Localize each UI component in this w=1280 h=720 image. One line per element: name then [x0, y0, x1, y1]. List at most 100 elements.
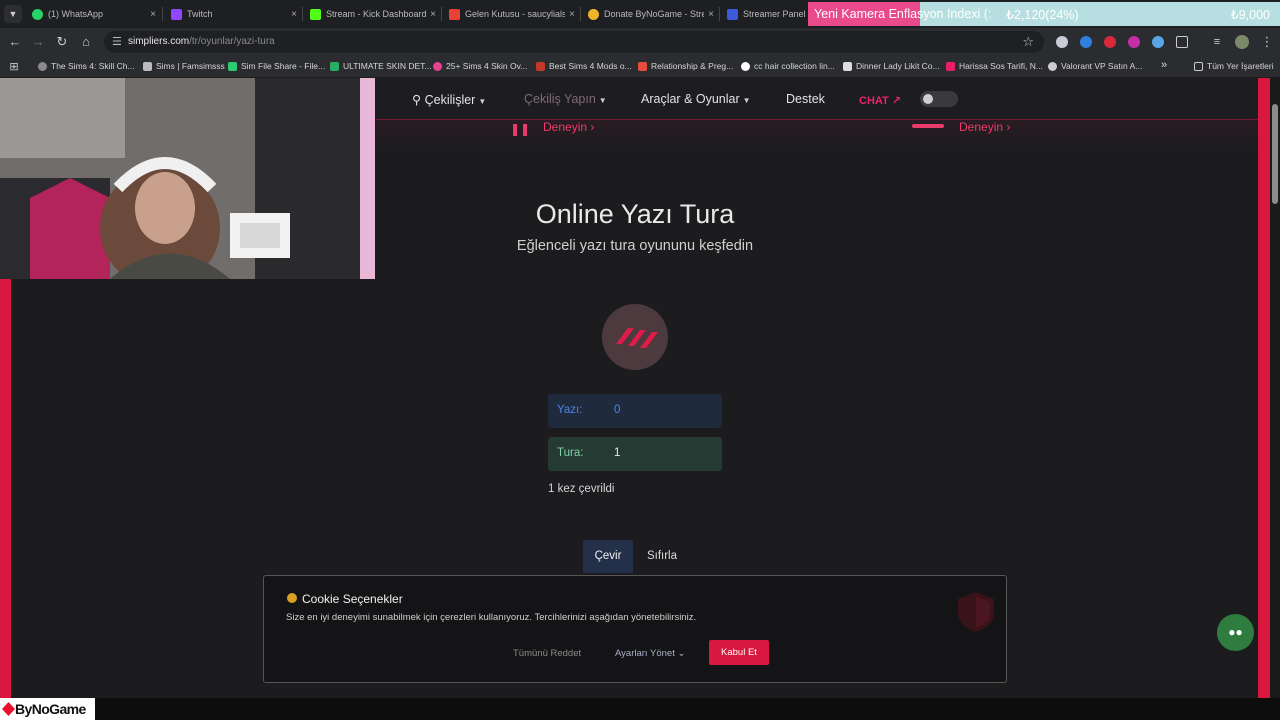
cookie-description: Size en iyi deneyimi sunabilmek için çer…: [286, 612, 697, 623]
panel-icon: [727, 8, 738, 20]
more-bookmarks-chevron-icon[interactable]: »: [1161, 59, 1167, 71]
close-icon[interactable]: ×: [291, 9, 297, 20]
ticker-goal-value: ₺9,000: [1230, 8, 1270, 22]
tab-gmail[interactable]: Gelen Kutusu - saucylialsa ×: [449, 3, 575, 25]
sub-banner: [376, 120, 1258, 146]
extension-icon[interactable]: [1104, 36, 1116, 48]
reading-list-icon[interactable]: ≡: [1208, 33, 1226, 51]
chevron-down-icon: ⌄: [677, 648, 686, 659]
browser-toolbar: ← → ↻ ⌂ ☰ simpliers.com/tr/oyunlar/yazi-…: [0, 28, 1280, 56]
tab-label: Streamer Panel: [743, 9, 806, 19]
nav-chat[interactable]: CHAT ↗: [859, 94, 901, 107]
ticker-label: Yeni Kamera Enflasyon Indexi (:: [814, 7, 992, 21]
cookie-dialog: Cookie Seçenekler Size en iyi deneyimi s…: [263, 575, 1007, 683]
nav-make-giveaway[interactable]: Çekiliş Yapın ▼: [524, 92, 607, 106]
bookmark-item[interactable]: cc hair collection lin...: [741, 61, 835, 71]
theme-toggle[interactable]: [920, 91, 958, 107]
bookmark-item[interactable]: Dinner Lady Likit Co...: [843, 61, 940, 71]
spin-count: 1 kez çevrildi: [548, 483, 615, 495]
bynogame-logo: ByNoGame: [0, 698, 95, 720]
tab-label: Stream - Kick Dashboard: [326, 9, 427, 19]
stream-bottom-bar: [0, 698, 1280, 720]
manage-settings-button[interactable]: Ayarları Yönet ⌄: [615, 648, 685, 659]
bookmark-star-icon[interactable]: ☆: [1022, 34, 1034, 50]
chat-icon: ●●: [1228, 625, 1243, 639]
site-info-icon[interactable]: ☰: [112, 35, 122, 48]
bynogame-icon: [588, 8, 599, 20]
bookmark-item[interactable]: 25+ Sims 4 Skin Ov...: [433, 61, 527, 71]
kick-icon: [310, 8, 321, 20]
nav-support[interactable]: Destek: [786, 92, 825, 106]
extension-icon[interactable]: [1080, 36, 1092, 48]
folder-icon: [1194, 61, 1203, 71]
tails-label: Tura:: [557, 447, 584, 459]
nav-tools-games[interactable]: Araçlar & Oyunlar ▼: [641, 92, 751, 106]
whatsapp-icon: [32, 8, 43, 20]
extension-icon[interactable]: [1152, 36, 1164, 48]
pause-icon: ❚❚: [510, 122, 531, 136]
tab-donate[interactable]: Donate ByNoGame - Stre ×: [588, 3, 714, 25]
tab-label: (1) WhatsApp: [48, 9, 104, 19]
tab-twitch[interactable]: Twitch ×: [171, 3, 297, 25]
reload-icon[interactable]: ↻: [53, 33, 71, 51]
page-subtitle: Eğlenceli yazı tura oyununu keşfedin: [516, 238, 754, 254]
search-icon: ⚲: [412, 93, 422, 107]
tab-kick[interactable]: Stream - Kick Dashboard ×: [310, 3, 436, 25]
donation-goal-ticker: Yeni Kamera Enflasyon Indexi (: ₺2,120(2…: [808, 2, 1280, 26]
back-icon[interactable]: ←: [6, 33, 24, 51]
close-icon[interactable]: ×: [569, 9, 575, 20]
tab-label: Donate ByNoGame - Stre: [604, 9, 705, 19]
shield-icon: [958, 592, 994, 632]
scrollbar-thumb[interactable]: [1272, 104, 1278, 204]
bookmarks-bar: ⊞ The Sims 4: Skill Ch... Sims | Famsims…: [0, 56, 1280, 78]
nav-giveaways[interactable]: ⚲ Çekilişler ▼: [412, 92, 486, 107]
tab-label: Twitch: [187, 9, 213, 19]
tab-whatsapp[interactable]: (1) WhatsApp ×: [32, 3, 156, 25]
gmail-icon: [449, 8, 460, 20]
all-bookmarks-folder[interactable]: Tüm Yer İşaretleri: [1194, 61, 1274, 71]
cookie-icon: [287, 593, 297, 603]
try-link[interactable]: Deneyin ›: [959, 120, 1010, 134]
try-link[interactable]: Deneyin ›: [543, 120, 594, 134]
close-icon[interactable]: ×: [430, 9, 436, 20]
extension-icon[interactable]: [1128, 36, 1140, 48]
home-icon[interactable]: ⌂: [77, 33, 95, 51]
shield-extension-icon[interactable]: [1056, 36, 1068, 48]
page-content: ⚲ Çekilişler ▼ Çekiliş Yapın ▼ Araçlar & O…: [0, 78, 1280, 698]
bookmark-item[interactable]: Valorant VP Satın A...: [1048, 61, 1142, 71]
heads-value: 0: [614, 404, 621, 416]
address-bar[interactable]: ☰ simpliers.com/tr/oyunlar/yazi-tura ☆: [104, 31, 1044, 53]
flip-button[interactable]: Çevir: [583, 540, 633, 573]
tab-search-button[interactable]: ▼: [4, 5, 22, 23]
tails-value: 1: [614, 447, 621, 459]
reject-all-button[interactable]: Tümünü Reddet: [513, 648, 581, 659]
menu-kebab-icon[interactable]: ⋮: [1258, 33, 1276, 51]
close-icon[interactable]: ×: [150, 9, 156, 20]
progress-line: [912, 124, 944, 128]
bookmark-item[interactable]: Best Sims 4 Mods o...: [536, 61, 632, 71]
bookmark-item[interactable]: Sim File Share - File...: [228, 61, 325, 71]
bookmark-item[interactable]: Sims | Famsimsss: [143, 61, 225, 71]
close-icon[interactable]: ×: [708, 9, 714, 20]
bookmark-item[interactable]: Harissa Sos Tarifi, N...: [946, 61, 1043, 71]
url-text[interactable]: simpliers.com/tr/oyunlar/yazi-tura: [128, 36, 275, 47]
coin-image: [602, 304, 668, 370]
bookmark-item[interactable]: ULTIMATE SKIN DET...: [330, 61, 431, 71]
extensions-puzzle-icon[interactable]: [1176, 36, 1188, 48]
profile-avatar[interactable]: [1235, 35, 1249, 49]
bookmark-item[interactable]: Relationship & Preg...: [638, 61, 733, 71]
tails-score: Tura: 1: [548, 437, 722, 471]
heads-label: Yazı:: [557, 404, 583, 416]
reset-button[interactable]: Sıfırla: [640, 540, 684, 573]
ticker-current-value: ₺2,120(24%): [1006, 8, 1079, 22]
apps-grid-icon[interactable]: ⊞: [5, 58, 23, 76]
bookmark-item[interactable]: The Sims 4: Skill Ch...: [38, 61, 135, 71]
tab-streamer-panel[interactable]: Streamer Panel: [727, 3, 807, 25]
page-title: Online Yazı Tura: [535, 199, 735, 229]
chat-bubble-button[interactable]: ●●: [1217, 614, 1254, 651]
tab-label: Gelen Kutusu - saucylialsa: [465, 9, 566, 19]
forward-icon[interactable]: →: [29, 33, 47, 51]
heads-score: Yazı: 0: [548, 394, 722, 428]
accept-button[interactable]: Kabul Et: [709, 640, 769, 665]
external-link-icon: ↗: [891, 95, 902, 107]
